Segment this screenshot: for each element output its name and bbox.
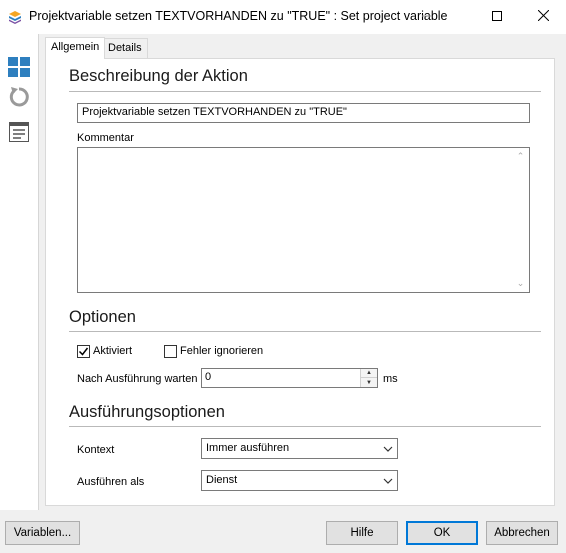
spinner-buttons: ▲ ▼ [360,369,377,387]
section-divider [69,91,541,92]
title-bar: Projektvariable setzen TEXTVORHANDEN zu … [0,0,566,34]
section-heading-execution: Ausführungsoptionen [69,403,225,421]
ok-button[interactable]: OK [406,521,478,545]
undo-icon [7,85,31,112]
layout-grid-icon [8,56,30,80]
activated-label[interactable]: Aktiviert [93,345,132,357]
section-heading-options: Optionen [69,308,136,326]
undo-button[interactable] [7,86,31,110]
chevron-down-icon [383,471,393,490]
maximize-icon [492,10,502,24]
tab-allgemein[interactable]: Allgemein [45,37,106,59]
variables-button[interactable]: Variablen... [5,521,80,545]
context-dropdown[interactable]: Immer ausführen [201,438,398,459]
section-divider [69,331,541,332]
run-as-label: Ausführen als [77,476,145,488]
app-logo-icon [8,10,22,24]
checkmark-icon [78,347,89,356]
comment-textarea[interactable]: ⌃ ⌄ [77,147,530,293]
spinner-up-icon[interactable]: ▲ [361,369,377,378]
maximize-button[interactable] [474,0,520,33]
section-divider [69,426,541,427]
comment-scrollbar[interactable]: ⌃ ⌄ [512,148,529,292]
context-label: Kontext [77,444,115,456]
wait-ms-value[interactable]: 0 [205,371,211,383]
wait-unit: ms [383,373,398,385]
run-as-dropdown[interactable]: Dienst [201,470,398,491]
window-title: Projektvariable setzen TEXTVORHANDEN zu … [29,9,448,23]
section-heading-description: Beschreibung der Aktion [69,67,248,85]
action-name-input[interactable]: Projektvariable setzen TEXTVORHANDEN zu … [77,103,530,123]
scroll-up-icon[interactable]: ⌃ [512,148,529,165]
comment-label: Kommentar [77,132,134,144]
scroll-down-icon[interactable]: ⌄ [512,275,529,292]
tab-details[interactable]: Details [102,38,148,58]
tab-page-allgemein: Beschreibung der Aktion Projektvariable … [45,58,555,506]
button-bar: Variablen... Hilfe OK Abbrechen [0,510,566,553]
wait-ms-spinner[interactable]: 0 ▲ ▼ [201,368,378,388]
properties-list-button[interactable] [7,121,31,145]
close-icon [537,9,549,24]
ignore-errors-checkbox[interactable] [164,345,177,358]
chevron-down-icon [383,439,393,458]
spinner-down-icon[interactable]: ▼ [361,378,377,387]
activated-checkbox[interactable] [77,345,90,358]
minimize-icon [422,10,432,24]
help-button[interactable]: Hilfe [326,521,398,545]
run-as-value: Dienst [206,474,238,486]
minimize-button[interactable] [404,0,450,33]
close-button[interactable] [520,0,566,33]
cancel-button[interactable]: Abbrechen [486,521,558,545]
ignore-errors-label[interactable]: Fehler ignorieren [180,345,263,357]
layout-grid-button[interactable] [7,56,31,80]
context-value: Immer ausführen [206,442,290,454]
main-panel: Allgemein Details Beschreibung der Aktio… [38,34,566,510]
left-toolbar [0,34,38,510]
properties-list-icon [9,121,29,145]
wait-after-execution-label: Nach Ausführung warten [77,373,198,385]
